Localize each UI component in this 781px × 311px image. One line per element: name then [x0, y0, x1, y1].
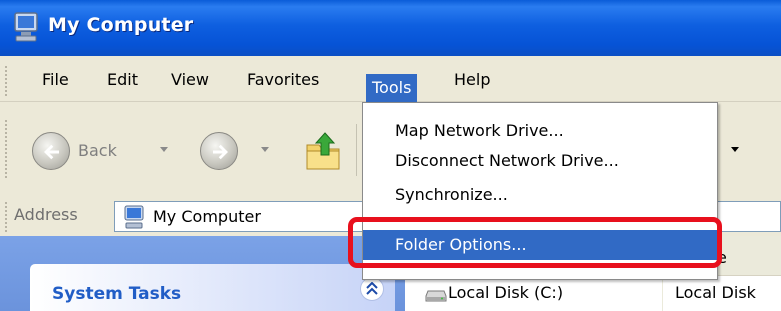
menu-tools[interactable]: Tools [366, 74, 418, 102]
menu-item-disconnect-network-drive[interactable]: Disconnect Network Drive... [363, 146, 717, 176]
toolbar-grip[interactable] [5, 120, 9, 178]
menu-item-synchronize[interactable]: Synchronize... [363, 180, 717, 210]
menu-help[interactable]: Help [448, 67, 496, 93]
back-label[interactable]: Back [78, 141, 117, 160]
addressbar-grip[interactable] [5, 202, 9, 232]
file-type: Local Disk [675, 283, 756, 302]
address-label: Address [14, 205, 78, 224]
forward-button[interactable] [200, 132, 238, 170]
file-name: Local Disk (C:) [448, 283, 564, 302]
hard-drive-icon [425, 288, 447, 307]
file-row-local-disk[interactable]: Local Disk (C:) Local Disk [405, 280, 781, 308]
forward-arrow-icon [213, 144, 228, 160]
menu-edit[interactable]: Edit [101, 67, 144, 93]
forward-dropdown-icon[interactable] [261, 147, 269, 152]
title-bar: My Computer [0, 0, 781, 56]
system-tasks-panel: System Tasks [30, 264, 395, 311]
menu-bar: File Edit View Favorites Tools Help [0, 56, 781, 102]
system-tasks-title[interactable]: System Tasks [52, 284, 181, 304]
up-folder-icon[interactable] [305, 131, 341, 175]
back-dropdown-icon[interactable] [160, 147, 168, 152]
menu-item-map-network-drive[interactable]: Map Network Drive... [363, 116, 717, 146]
menu-view[interactable]: View [165, 67, 215, 93]
address-value: My Computer [153, 207, 261, 226]
my-computer-icon [12, 11, 40, 43]
collapse-button[interactable] [360, 277, 384, 301]
chevron-up-icon [366, 282, 378, 295]
window-title: My Computer [48, 14, 194, 36]
menu-file[interactable]: File [36, 67, 75, 93]
toolbar-separator [356, 124, 357, 176]
back-button[interactable] [32, 132, 70, 170]
menubar-grip[interactable] [5, 66, 9, 96]
tasks-pane: System Tasks [0, 236, 405, 311]
highlight-callout [348, 217, 722, 268]
views-dropdown-icon[interactable] [731, 147, 739, 152]
back-arrow-icon [44, 144, 59, 160]
my-computer-icon [123, 205, 145, 233]
menu-favorites[interactable]: Favorites [241, 67, 325, 93]
